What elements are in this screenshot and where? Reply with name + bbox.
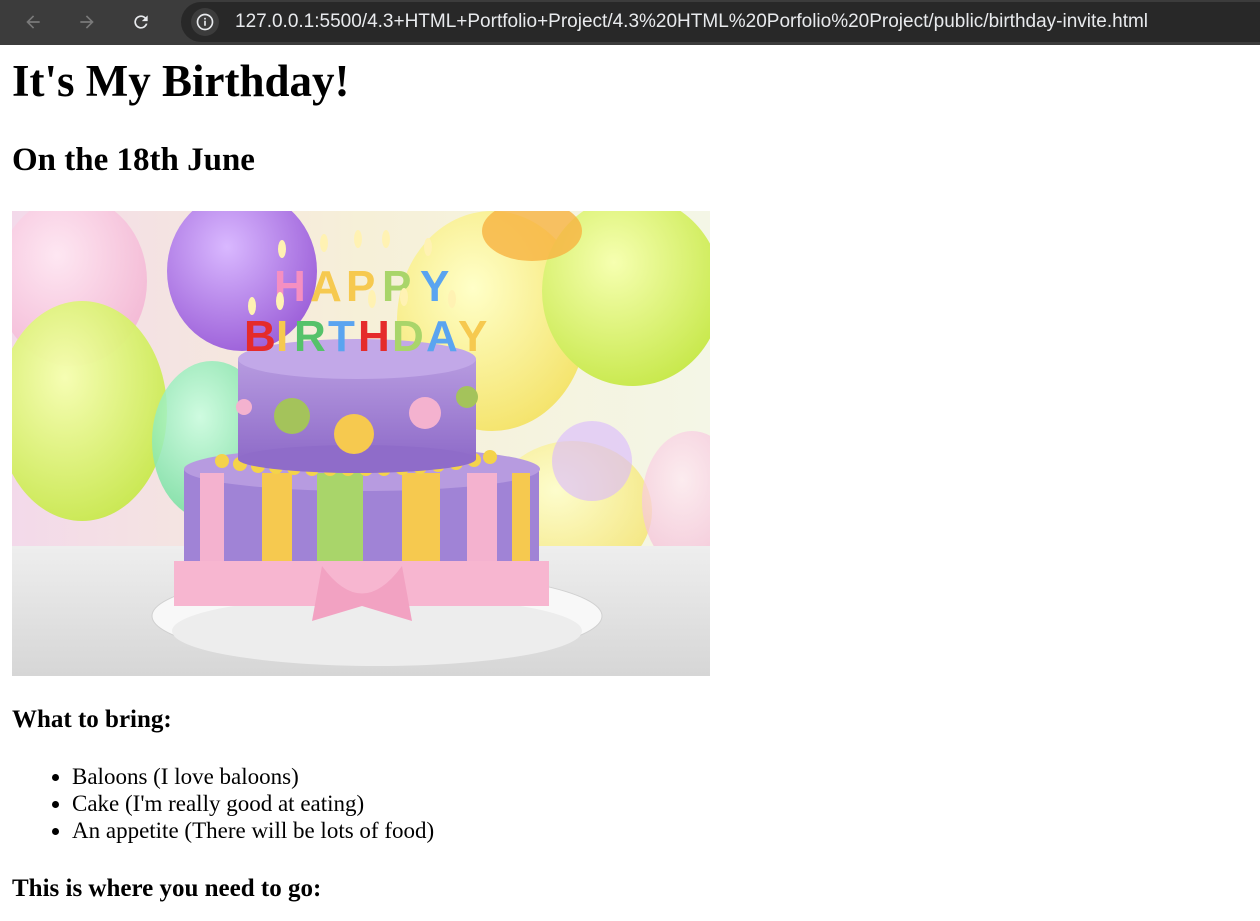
svg-text:A: A (426, 312, 458, 361)
list-item: Cake (I'm really good at eating) (72, 790, 434, 817)
what-to-bring-heading: What to bring: (12, 706, 172, 733)
svg-text:Y: Y (420, 262, 449, 311)
site-info-button[interactable] (191, 8, 219, 36)
address-bar[interactable]: 127.0.0.1:5500/4.3+HTML+Portfolio+Projec… (181, 2, 1260, 42)
url-text[interactable]: 127.0.0.1:5500/4.3+HTML+Portfolio+Projec… (235, 11, 1148, 33)
where-to-go-heading: This is where you need to go: (12, 875, 322, 902)
page-title: It's My Birthday! (12, 56, 350, 106)
svg-text:Y: Y (458, 312, 487, 361)
bring-list: Baloons (I love baloons) Cake (I'm reall… (12, 763, 434, 844)
svg-text:B: B (244, 312, 276, 361)
list-item: An appetite (There will be lots of food) (72, 817, 434, 844)
svg-text:R: R (294, 312, 326, 361)
svg-text:H: H (358, 312, 390, 361)
back-button[interactable] (16, 5, 50, 39)
list-item: Baloons (I love baloons) (72, 763, 434, 790)
svg-text:D: D (392, 312, 424, 361)
svg-text:A: A (310, 262, 342, 311)
browser-toolbar: 127.0.0.1:5500/4.3+HTML+Portfolio+Projec… (0, 0, 1260, 45)
party-date: On the 18th June (12, 142, 255, 178)
birthday-cake-image: H A P P Y B I R T H D A Y (12, 211, 710, 676)
reload-icon (134, 15, 148, 29)
svg-text:P: P (382, 262, 411, 311)
arrow-right-icon (80, 15, 94, 29)
arrow-left-icon (26, 15, 40, 29)
svg-text:I: I (276, 312, 288, 361)
forward-button[interactable] (70, 5, 104, 39)
info-icon (196, 13, 214, 31)
reload-button[interactable] (124, 5, 158, 39)
svg-text:T: T (328, 312, 355, 361)
